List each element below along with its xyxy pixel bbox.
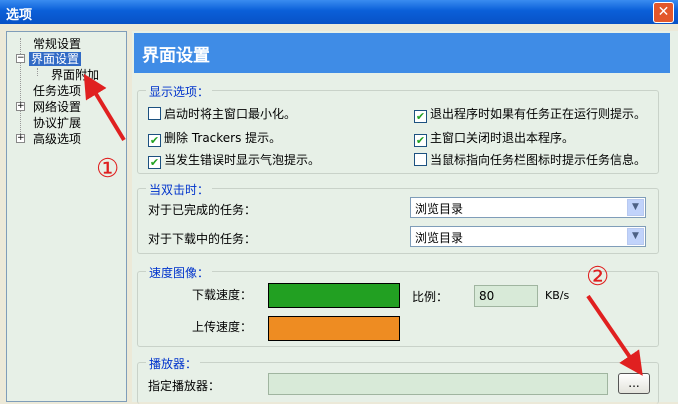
annotation-arrow-1 [83,73,126,142]
annotation-arrows [83,73,643,376]
annotation-arrow-2 [586,294,643,376]
